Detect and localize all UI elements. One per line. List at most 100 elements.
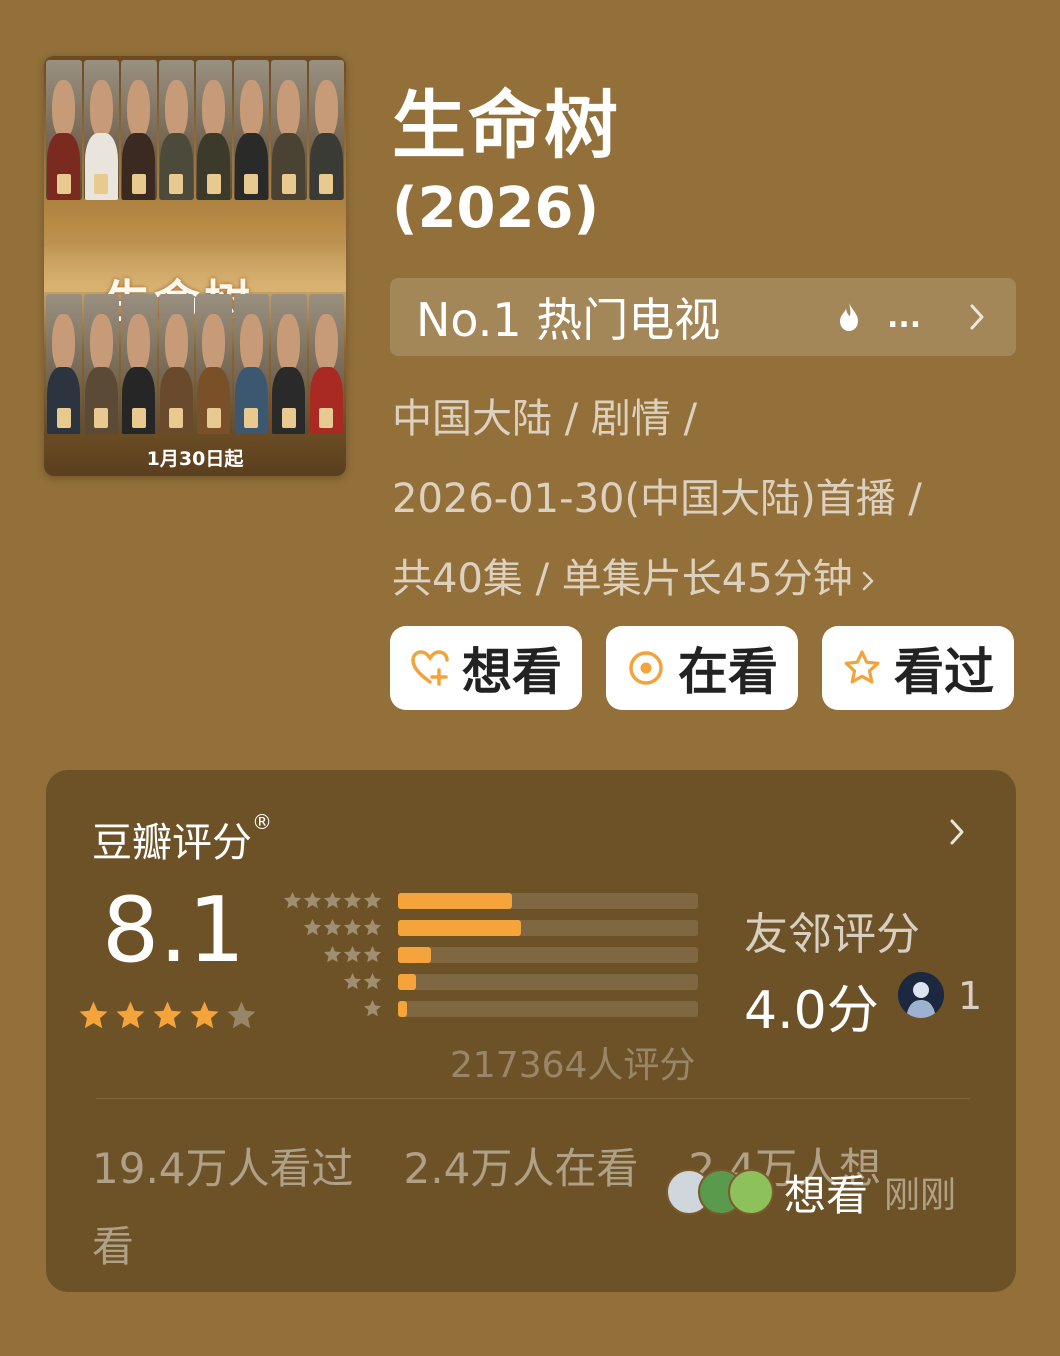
avatar[interactable] xyxy=(898,972,944,1018)
watched-button[interactable]: 看过 xyxy=(822,626,1014,710)
star-small-icon xyxy=(323,945,342,963)
distribution-stars xyxy=(323,945,382,964)
distribution-bar xyxy=(398,1001,407,1017)
distribution-bar xyxy=(398,893,512,909)
poster-cast-top xyxy=(44,60,346,200)
chevron-right-icon[interactable] xyxy=(948,816,966,848)
distribution-bar xyxy=(398,974,416,990)
show-year: (2026) xyxy=(392,176,600,241)
portrait-face xyxy=(277,79,301,139)
fire-icon xyxy=(840,303,858,331)
portrait-face xyxy=(89,313,113,373)
portrait-face xyxy=(239,79,263,139)
rating-stars xyxy=(78,1000,257,1031)
poster-cast-portrait xyxy=(196,60,232,200)
want-to-watch-button[interactable]: 想看 xyxy=(390,626,582,710)
ranking-bar[interactable]: No.1 热门电视 ... xyxy=(390,278,1016,356)
portrait-nameplate xyxy=(244,174,259,194)
ranking-text: No.1 热门电视 xyxy=(416,293,721,347)
poster-cast-portrait xyxy=(233,294,269,434)
portrait-face xyxy=(52,79,76,139)
avatar xyxy=(728,1169,774,1215)
poster-cast-portrait xyxy=(83,60,119,200)
chevron-right-icon xyxy=(862,571,873,591)
portrait-face xyxy=(277,313,301,373)
rating-title: 豆瓣评分® xyxy=(92,810,272,868)
poster-cast-portrait xyxy=(196,294,232,434)
star-small-icon xyxy=(303,918,322,936)
portrait-face xyxy=(52,313,76,373)
star-filled-icon xyxy=(79,1001,108,1029)
star-small-icon xyxy=(363,972,382,990)
portrait-nameplate xyxy=(94,408,109,428)
rating-distribution-row xyxy=(278,917,748,937)
poster-cast-portrait xyxy=(271,294,307,434)
poster-cast-portrait xyxy=(158,60,194,200)
registered-mark: ® xyxy=(252,810,272,834)
meta-episodes[interactable]: 共40集 / 单集片长45分钟 xyxy=(392,546,875,604)
star-small-icon xyxy=(343,891,362,909)
star-small-icon xyxy=(323,918,342,936)
portrait-nameplate xyxy=(56,174,71,194)
star-outline-icon xyxy=(844,650,880,684)
star-filled-icon xyxy=(153,1001,182,1029)
friend-rating-title[interactable]: 友邻评分 xyxy=(744,898,920,962)
rating-distribution-row xyxy=(278,944,748,964)
portrait-nameplate xyxy=(94,174,109,194)
star-small-icon xyxy=(363,891,382,909)
stat-watching: 2.4万人在看 xyxy=(403,1144,639,1193)
poster-cast-portrait xyxy=(83,294,119,434)
rating-distribution-row xyxy=(278,890,748,910)
activity-text: 想看 xyxy=(784,1170,869,1220)
friend-rating-count: 1 xyxy=(958,974,983,1018)
portrait-nameplate xyxy=(206,174,221,194)
rating-distribution-row xyxy=(278,971,748,991)
distribution-bar xyxy=(398,947,431,963)
portrait-face xyxy=(202,79,226,139)
rating-score: 8.1 xyxy=(102,878,246,983)
portrait-face xyxy=(164,79,188,139)
distribution-stars xyxy=(363,999,382,1018)
star-empty-icon xyxy=(227,1001,256,1029)
portrait-nameplate xyxy=(206,408,221,428)
star-small-icon xyxy=(323,891,342,909)
portrait-nameplate xyxy=(281,408,296,428)
watching-button[interactable]: 在看 xyxy=(606,626,798,710)
portrait-face xyxy=(239,313,263,373)
poster-cast-portrait xyxy=(308,60,344,200)
avatar-image xyxy=(898,972,944,1018)
poster-cast-portrait xyxy=(271,60,307,200)
portrait-face xyxy=(314,313,338,373)
chevron-right-icon xyxy=(970,304,984,330)
portrait-face xyxy=(164,313,188,373)
star-small-icon xyxy=(363,945,382,963)
poster-cast-portrait xyxy=(233,60,269,200)
watching-label: 在看 xyxy=(678,643,778,701)
show-title: 生命树 xyxy=(392,83,620,169)
distribution-track xyxy=(398,974,698,990)
poster-cast-portrait xyxy=(308,294,344,434)
portrait-face xyxy=(127,313,151,373)
poster-cast-portrait xyxy=(46,60,82,200)
poster-cast-portrait xyxy=(121,60,157,200)
distribution-track xyxy=(398,1001,698,1017)
poster-cast-portrait xyxy=(158,294,194,434)
star-filled-icon xyxy=(190,1001,219,1029)
star-small-icon xyxy=(283,891,302,909)
portrait-nameplate xyxy=(244,408,259,428)
meta-premiere: 2026-01-30(中国大陆)首播 / xyxy=(392,476,922,522)
activity-avatars xyxy=(666,1169,778,1215)
friend-activity[interactable]: 想看 刚刚 xyxy=(666,1162,956,1222)
portrait-nameplate xyxy=(169,408,184,428)
poster-cast-bottom xyxy=(44,294,346,434)
heart-plus-icon xyxy=(411,650,449,686)
friend-rating-score: 4.0分 xyxy=(744,981,879,1041)
portrait-nameplate xyxy=(319,174,334,194)
distribution-stars xyxy=(303,918,382,937)
distribution-track xyxy=(398,947,698,963)
distribution-stars xyxy=(343,972,382,991)
rating-card[interactable]: 豆瓣评分® 8.1 217364人评分 友邻评分 4.0分 1 19.4万人看过… xyxy=(46,770,1016,1292)
target-circle-icon xyxy=(629,651,663,685)
poster-image[interactable]: 生命树 1月30日起 xyxy=(44,56,346,476)
distribution-bar xyxy=(398,920,521,936)
